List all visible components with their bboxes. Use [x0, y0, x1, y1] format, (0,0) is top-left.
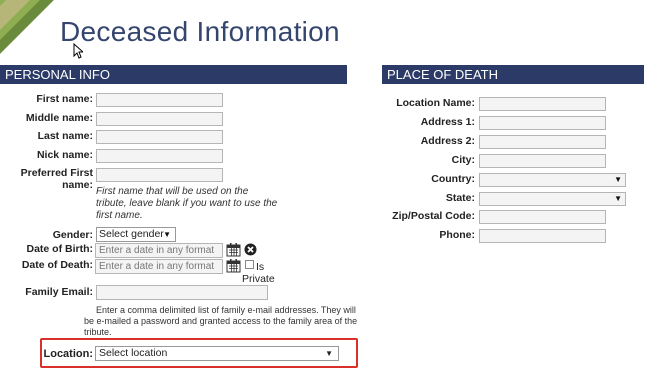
zip-input[interactable]: [479, 210, 606, 224]
city-label: City:: [451, 154, 475, 166]
location-select[interactable]: Select location ▼: [95, 346, 339, 361]
location-name-label: Location Name:: [396, 97, 475, 109]
preferred-first-name-input[interactable]: [96, 168, 223, 182]
gender-select[interactable]: Select gender ▼: [96, 227, 176, 242]
clear-icon[interactable]: [244, 243, 257, 256]
first-name-input[interactable]: [96, 93, 223, 107]
address-1-input[interactable]: [479, 116, 606, 130]
last-name-label: Last name:: [37, 130, 93, 142]
preferred-help-3: first name.: [96, 210, 143, 221]
is-private-checkbox[interactable]: [245, 260, 254, 269]
family-note-1: Enter a comma delimited list of family e…: [96, 305, 356, 315]
date-of-birth-input[interactable]: Enter a date in any format: [95, 243, 223, 258]
preferred-first-label: Preferred First: [20, 167, 93, 179]
calendar-icon[interactable]: [226, 258, 241, 273]
middle-name-label: Middle name:: [25, 112, 93, 124]
country-select[interactable]: ▼: [479, 173, 626, 187]
date-of-birth-label: Date of Birth:: [26, 243, 94, 255]
middle-name-input[interactable]: [96, 112, 223, 126]
state-select[interactable]: ▼: [479, 192, 626, 206]
preferred-first-label-2: name:: [62, 179, 93, 191]
country-label: Country:: [431, 173, 475, 185]
dropdown-arrow-icon: ▼: [614, 194, 622, 203]
dropdown-arrow-icon: ▼: [614, 175, 622, 184]
preferred-help-2: tribute, leave blank if you want to use …: [96, 198, 278, 209]
address-2-label: Address 2:: [420, 135, 475, 147]
personal-info-header: PERSONAL INFO: [0, 65, 347, 84]
family-note-3: tribute.: [84, 327, 112, 337]
location-label: Location:: [43, 348, 94, 360]
family-note-2: be e-mailed a password and granted acces…: [84, 316, 358, 326]
location-select-value: Select location: [99, 347, 168, 359]
address-1-label: Address 1:: [420, 116, 475, 128]
place-of-death-header: PLACE OF DEATH: [382, 65, 644, 84]
city-input[interactable]: [479, 154, 606, 168]
state-label: State:: [445, 192, 475, 204]
last-name-input[interactable]: [96, 130, 223, 144]
is-private-label-2: Private: [242, 273, 275, 285]
gender-select-value: Select gender: [99, 228, 164, 240]
page-title: Deceased Information: [60, 16, 340, 47]
dropdown-arrow-icon: ▼: [325, 349, 333, 358]
address-2-input[interactable]: [479, 135, 606, 149]
is-private-label: Is: [256, 261, 265, 273]
cursor-icon: [73, 43, 83, 59]
location-name-input[interactable]: [479, 97, 606, 111]
phone-label: Phone:: [439, 229, 475, 241]
phone-input[interactable]: [479, 229, 606, 243]
nick-name-label: Nick name:: [36, 149, 93, 161]
nick-name-input[interactable]: [96, 149, 223, 163]
preferred-help-1: First name that will be used on the: [96, 186, 249, 197]
dropdown-arrow-icon: ▼: [163, 230, 171, 239]
date-of-death-label: Date of Death:: [21, 259, 93, 271]
family-email-label: Family Email:: [25, 286, 93, 298]
gender-label: Gender:: [52, 229, 93, 241]
calendar-icon[interactable]: [226, 242, 241, 257]
family-email-input[interactable]: [96, 285, 268, 300]
date-of-death-input[interactable]: Enter a date in any format: [95, 259, 223, 274]
corner-decoration: [0, 0, 58, 58]
zip-label: Zip/Postal Code:: [392, 210, 475, 222]
first-name-label: First name:: [36, 93, 93, 105]
